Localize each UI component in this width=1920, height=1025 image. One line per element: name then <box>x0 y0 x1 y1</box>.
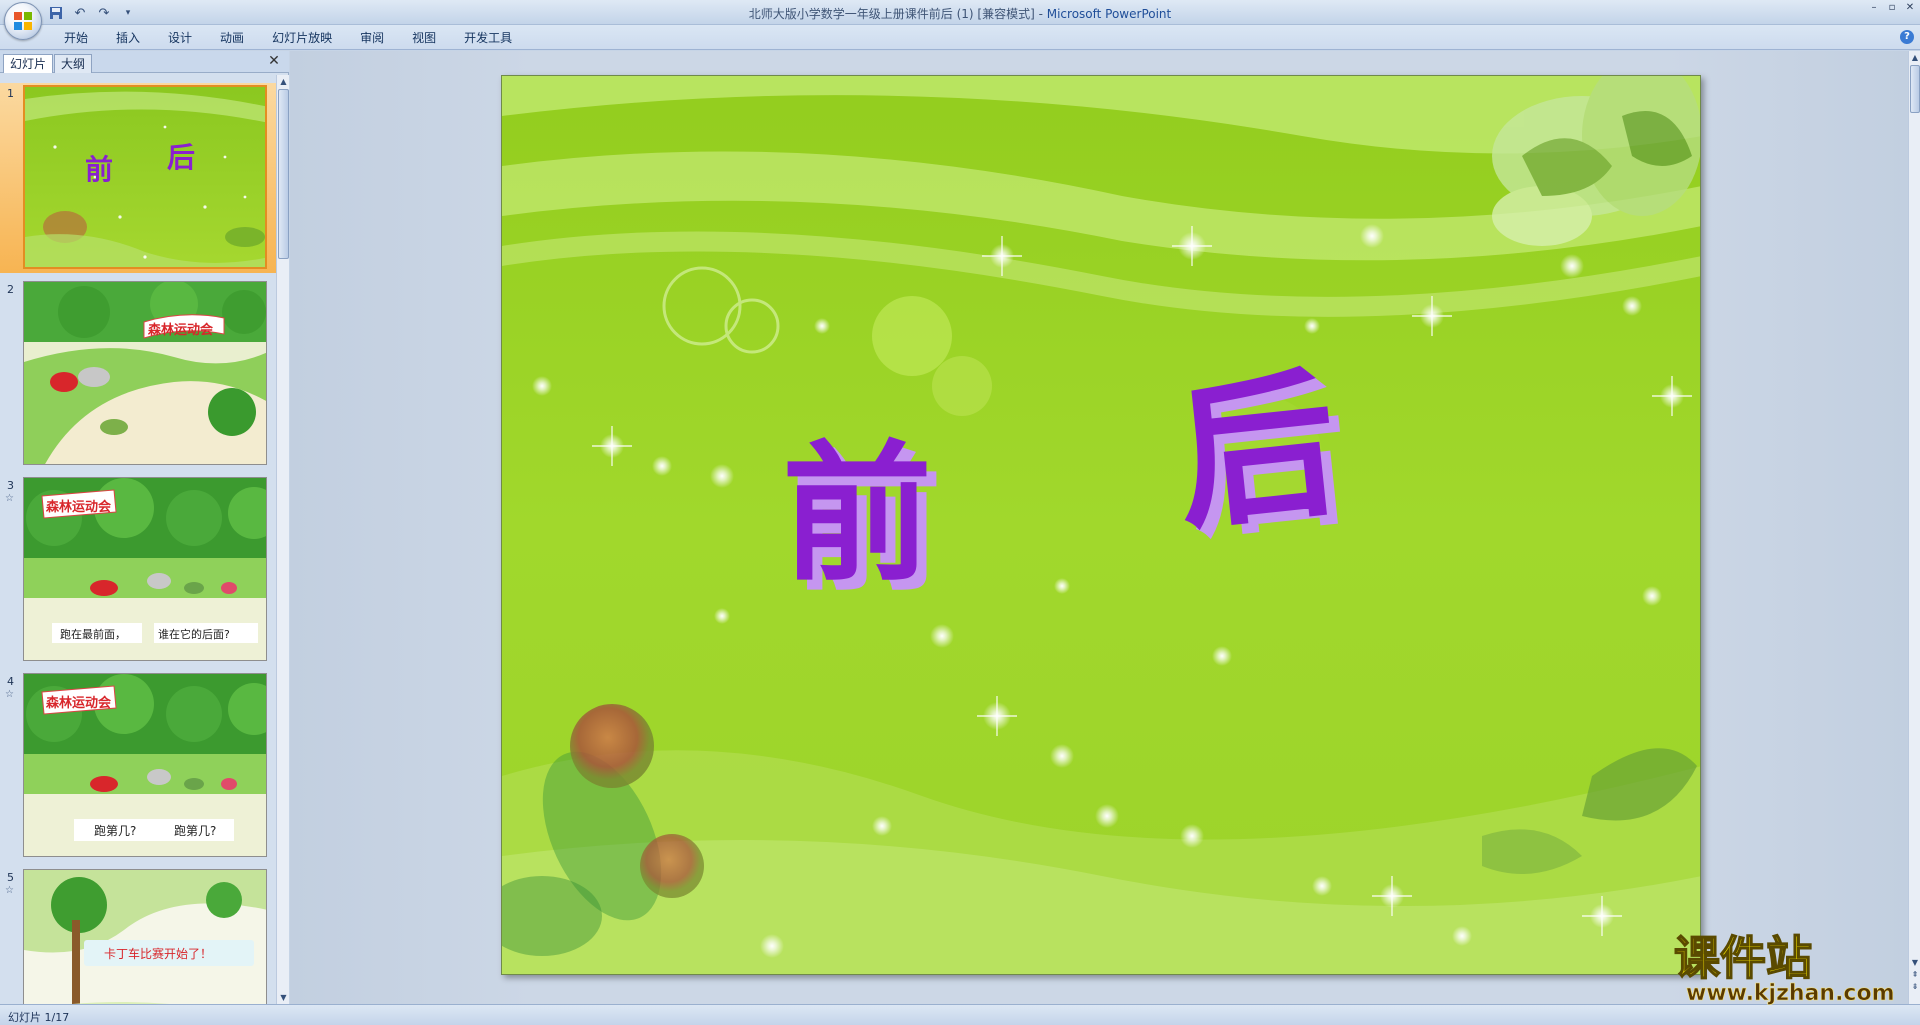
scroll-down-icon[interactable]: ▼ <box>1910 958 1920 968</box>
thumbnail-image: 森林运动会 跑在最前面， 谁在它的后面? <box>23 477 267 661</box>
window-controls: – ▫ ✕ <box>1868 2 1916 14</box>
scroll-up-icon[interactable]: ▲ <box>1910 53 1920 63</box>
slide-thumbnail-2[interactable]: 2 森林运动会 <box>0 279 276 469</box>
title-separator: - <box>1034 7 1047 21</box>
animation-star-icon: ☆ <box>5 689 14 700</box>
thumbnail-scrollbar[interactable]: ▲ ▼ <box>276 75 289 1004</box>
thumb1-char-back: 后 <box>167 141 195 174</box>
slides-pane: 幻灯片 大纲 ✕ 1 前 后 2 森林运动会 3 ☆ 森林运动会 跑在最前面， … <box>0 51 289 1004</box>
tab-developer[interactable]: 开发工具 <box>450 29 526 47</box>
close-button[interactable]: ✕ <box>1904 2 1916 14</box>
char-back: 后 <box>1167 349 1346 553</box>
status-bar: 幻灯片 1/17 <box>0 1004 1920 1025</box>
scroll-down-icon[interactable]: ▼ <box>278 991 289 1004</box>
slide-thumbnail-5[interactable]: 5 ☆ 卡丁车比赛开始了！ <box>0 867 276 1004</box>
tab-animations[interactable]: 动画 <box>206 29 258 47</box>
thumb3-banner: 森林运动会 <box>46 499 112 515</box>
minimize-button[interactable]: – <box>1868 2 1880 14</box>
office-button[interactable] <box>4 2 42 40</box>
thumb3-caption-b: 谁在它的后面? <box>158 627 230 641</box>
ribbon-tabs: 开始 插入 设计 动画 幻灯片放映 审阅 视图 开发工具 <box>50 29 526 47</box>
tab-outline[interactable]: 大纲 <box>54 54 93 73</box>
slide-scrollbar[interactable]: ▲ ▼ ⇞ ⇟ <box>1908 51 1920 1004</box>
thumb3-caption-a: 跑在最前面， <box>60 627 126 641</box>
close-pane-icon[interactable]: ✕ <box>267 54 281 68</box>
ribbon-tab-bar: 开始 插入 设计 动画 幻灯片放映 审阅 视图 开发工具 ? <box>0 25 1920 50</box>
slide-number: 1 <box>7 87 14 100</box>
office-logo-icon <box>14 12 32 30</box>
slide-number: 5 <box>7 871 14 884</box>
document-title: 北师大版小学数学一年级上册课件前后 (1) [兼容模式] <box>748 7 1035 21</box>
thumbnail-image: 卡丁车比赛开始了！ <box>23 869 267 1004</box>
tab-home[interactable]: 开始 <box>50 29 102 47</box>
watermark-url: www.kjzhan.com <box>1686 981 1895 1006</box>
current-slide[interactable]: 前 前 后 后 <box>501 75 1701 975</box>
char-front: 前 <box>782 426 932 602</box>
watermark-brand: 课件站 <box>1674 931 1812 985</box>
slide-editing-area: 前 前 后 后 <box>290 51 1908 1004</box>
slide-canvas: 前 前 后 后 <box>502 76 1700 974</box>
previous-slide-icon[interactable]: ⇞ <box>1910 970 1920 980</box>
slide-thumbnail-3[interactable]: 3 ☆ 森林运动会 跑在最前面， 谁在它的后面? <box>0 475 276 665</box>
slide-number: 2 <box>7 283 14 296</box>
next-slide-icon[interactable]: ⇟ <box>1910 982 1920 992</box>
thumbnail-image: 森林运动会 跑第几? 跑第几? <box>23 673 267 857</box>
animation-star-icon: ☆ <box>5 493 14 504</box>
thumb4-banner: 森林运动会 <box>46 695 112 711</box>
animation-star-icon: ☆ <box>5 885 14 896</box>
slide-thumbnail-4[interactable]: 4 ☆ 森林运动会 跑第几? 跑第几? <box>0 671 276 861</box>
title-bar: ↶ ↷ ▾ 北师大版小学数学一年级上册课件前后 (1) [兼容模式] - Mic… <box>0 0 1920 25</box>
app-name: Microsoft PowerPoint <box>1046 7 1172 21</box>
tab-slides[interactable]: 幻灯片 <box>3 54 54 73</box>
thumb2-banner: 森林运动会 <box>148 322 214 338</box>
pane-tab-strip: 幻灯片 大纲 ✕ <box>0 51 289 73</box>
watermark-logo: 课件站 www.kjzhan.com <box>1664 924 1904 1006</box>
slide-thumbnail-list: 1 前 后 2 森林运动会 3 ☆ 森林运动会 跑在最前面， 谁在它的后面? 4… <box>0 75 276 1004</box>
restore-button[interactable]: ▫ <box>1886 2 1898 14</box>
thumbnail-image: 森林运动会 <box>23 281 267 465</box>
tab-review[interactable]: 审阅 <box>346 29 398 47</box>
thumb5-banner: 卡丁车比赛开始了！ <box>104 946 212 961</box>
tab-design[interactable]: 设计 <box>154 29 206 47</box>
scroll-up-icon[interactable]: ▲ <box>278 75 289 88</box>
tab-view[interactable]: 视图 <box>398 29 450 47</box>
window-title: 北师大版小学数学一年级上册课件前后 (1) [兼容模式] - Microsoft… <box>0 5 1920 22</box>
tab-insert[interactable]: 插入 <box>102 29 154 47</box>
thumb1-char-front: 前 <box>85 153 113 186</box>
tab-slideshow[interactable]: 幻灯片放映 <box>258 29 346 47</box>
slide-number: 3 <box>7 479 14 492</box>
thumb4-caption-b: 跑第几? <box>174 824 216 838</box>
help-icon[interactable]: ? <box>1900 30 1914 44</box>
scroll-thumb[interactable] <box>1910 65 1920 113</box>
thumb4-caption-a: 跑第几? <box>94 824 136 838</box>
slide-indicator: 幻灯片 1/17 <box>8 1011 70 1024</box>
scroll-thumb[interactable] <box>278 89 289 259</box>
slide-thumbnail-1[interactable]: 1 前 后 <box>0 83 276 273</box>
slide-number: 4 <box>7 675 14 688</box>
thumbnail-image: 前 后 <box>23 85 267 269</box>
